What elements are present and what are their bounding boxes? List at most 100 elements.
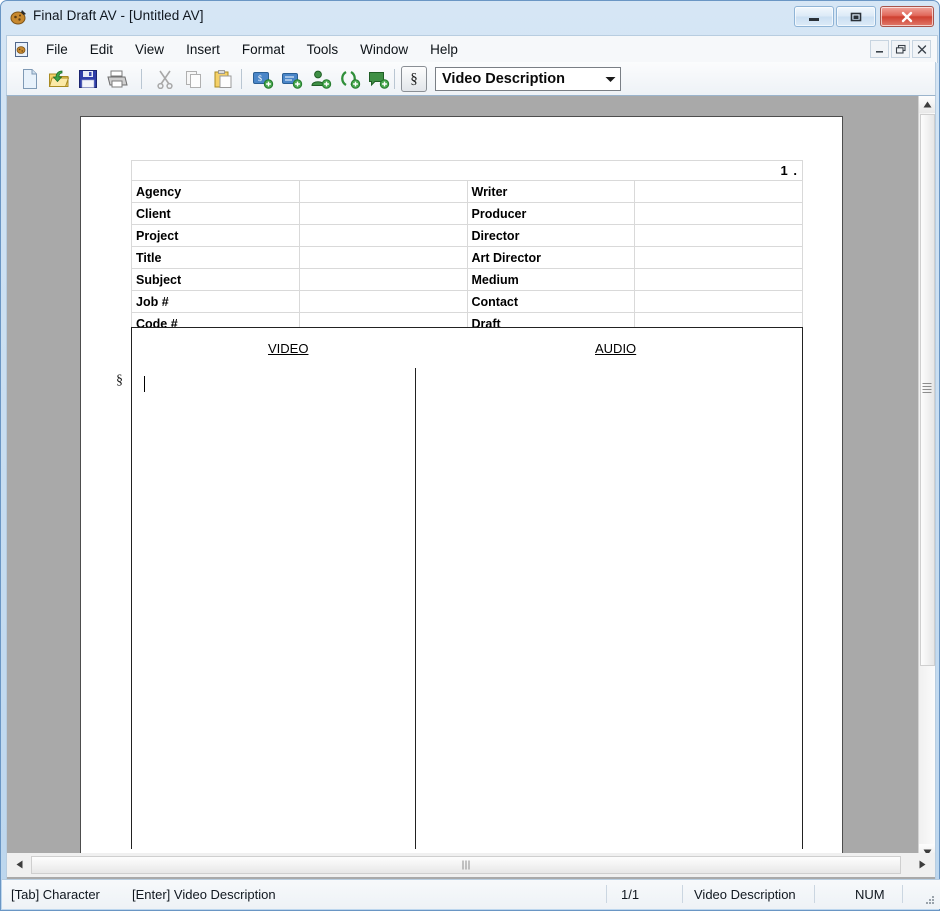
field-value-writer[interactable] — [634, 180, 803, 203]
scroll-up-button[interactable] — [919, 96, 935, 113]
chevron-down-icon[interactable] — [600, 68, 620, 90]
add-note-button[interactable] — [279, 66, 305, 92]
finaldraft-app-icon — [10, 8, 28, 26]
status-divider — [682, 885, 683, 903]
status-element: Video Description — [694, 886, 796, 902]
field-value-producer[interactable] — [634, 202, 803, 225]
table-row[interactable]: Project Director — [131, 224, 803, 247]
document-page[interactable]: 1 . Agency Writer Client Producer Projec… — [80, 116, 843, 858]
svg-text:$: $ — [258, 74, 262, 83]
close-icon — [881, 7, 933, 26]
save-button[interactable] — [75, 66, 101, 92]
maximize-icon — [837, 7, 875, 26]
field-label-agency: Agency — [131, 180, 300, 203]
video-audio-body[interactable] — [131, 368, 803, 849]
field-value-client[interactable] — [298, 202, 468, 225]
add-character-button[interactable] — [308, 66, 334, 92]
menu-item-tools[interactable]: Tools — [296, 39, 350, 60]
menu-item-window[interactable]: Window — [349, 39, 419, 60]
new-document-button[interactable] — [17, 66, 43, 92]
mdi-close-button[interactable] — [912, 40, 931, 58]
resize-grip-icon[interactable] — [924, 894, 936, 906]
print-icon — [107, 70, 128, 88]
add-comment-button[interactable] — [366, 66, 392, 92]
table-row[interactable]: Agency Writer — [131, 180, 803, 203]
revision-button[interactable] — [337, 66, 363, 92]
paragraph-mark-button[interactable]: § — [401, 66, 427, 92]
menu-item-file[interactable]: File — [35, 39, 79, 60]
scroll-right-arrow-icon — [919, 860, 926, 869]
title-bar: Final Draft AV - [Untitled AV] — [2, 2, 940, 32]
paragraph-marker: § — [116, 373, 123, 388]
menu-item-view[interactable]: View — [124, 39, 175, 60]
field-value-art-director[interactable] — [634, 246, 803, 269]
minimize-icon — [795, 7, 833, 26]
status-num-lock: NUM — [855, 886, 885, 902]
revision-icon — [341, 71, 361, 89]
audio-column-text[interactable] — [427, 374, 787, 844]
vertical-scrollbar[interactable] — [918, 96, 935, 861]
field-value-project[interactable] — [298, 224, 468, 247]
paragraph-icon: § — [410, 70, 418, 87]
window-maximize-button[interactable] — [836, 6, 876, 27]
field-value-title[interactable] — [298, 246, 468, 269]
scrollbar-grip — [462, 860, 470, 870]
element-type-combobox[interactable]: Video Description — [435, 67, 621, 91]
mdi-restore-button[interactable] — [891, 40, 910, 58]
field-label-contact: Contact — [466, 290, 636, 313]
menu-item-help[interactable]: Help — [419, 39, 469, 60]
table-row[interactable]: Client Producer — [131, 202, 803, 225]
document-window-icon[interactable] — [13, 41, 30, 58]
menu-item-edit[interactable]: Edit — [79, 39, 124, 60]
copy-button[interactable] — [181, 66, 207, 92]
paste-button[interactable] — [210, 66, 236, 92]
save-floppy-icon — [79, 70, 97, 88]
field-label-project: Project — [131, 224, 300, 247]
status-divider — [902, 885, 903, 903]
field-value-director[interactable] — [634, 224, 803, 247]
column-divider — [415, 368, 416, 849]
scroll-right-button[interactable] — [914, 856, 931, 873]
add-scenecard-icon: $ — [253, 72, 274, 89]
scroll-left-button[interactable] — [11, 856, 28, 873]
field-label-client: Client — [131, 202, 300, 225]
table-row[interactable]: Job # Contact — [131, 290, 803, 313]
table-row[interactable]: Title Art Director — [131, 246, 803, 269]
window-minimize-button[interactable] — [794, 6, 834, 27]
print-button[interactable] — [104, 66, 130, 92]
field-value-contact[interactable] — [634, 290, 803, 313]
horizontal-scrollbar[interactable] — [6, 853, 936, 877]
add-character-icon — [311, 70, 332, 89]
add-note-icon — [282, 73, 303, 89]
scroll-left-arrow-icon — [16, 860, 23, 869]
cut-button[interactable] — [152, 66, 178, 92]
field-label-title: Title — [131, 246, 300, 269]
add-scenecard-button[interactable]: $ — [250, 66, 276, 92]
toolbar-separator — [241, 69, 242, 89]
field-value-subject[interactable] — [298, 268, 468, 291]
toolbar-separator — [394, 69, 395, 89]
menu-item-insert[interactable]: Insert — [175, 39, 231, 60]
field-label-art-director: Art Director — [466, 246, 636, 269]
window-title: Final Draft AV - [Untitled AV] — [33, 8, 204, 23]
field-value-medium[interactable] — [634, 268, 803, 291]
horizontal-scrollbar-thumb[interactable] — [31, 856, 901, 874]
audio-column-header: AUDIO — [595, 341, 637, 356]
page-number-row: 1 . — [131, 160, 803, 181]
window-close-button[interactable] — [880, 6, 934, 27]
field-label-writer: Writer — [466, 180, 636, 203]
field-label-subject: Subject — [131, 268, 300, 291]
mdi-minimize-button[interactable] — [870, 40, 889, 58]
field-label-producer: Producer — [466, 202, 636, 225]
field-value-agency[interactable] — [298, 180, 468, 203]
open-file-button[interactable] — [46, 66, 72, 92]
toolbar-separator — [141, 69, 142, 89]
status-bar: [Tab] Character [Enter] Video Descriptio… — [2, 879, 940, 909]
field-value-job-number[interactable] — [298, 290, 468, 313]
video-column-text[interactable] — [144, 374, 404, 844]
document-workspace: 1 . Agency Writer Client Producer Projec… — [6, 96, 936, 879]
close-icon — [917, 44, 926, 54]
paste-clipboard-icon — [214, 70, 232, 88]
table-row[interactable]: Subject Medium — [131, 268, 803, 291]
menu-item-format[interactable]: Format — [231, 39, 296, 60]
